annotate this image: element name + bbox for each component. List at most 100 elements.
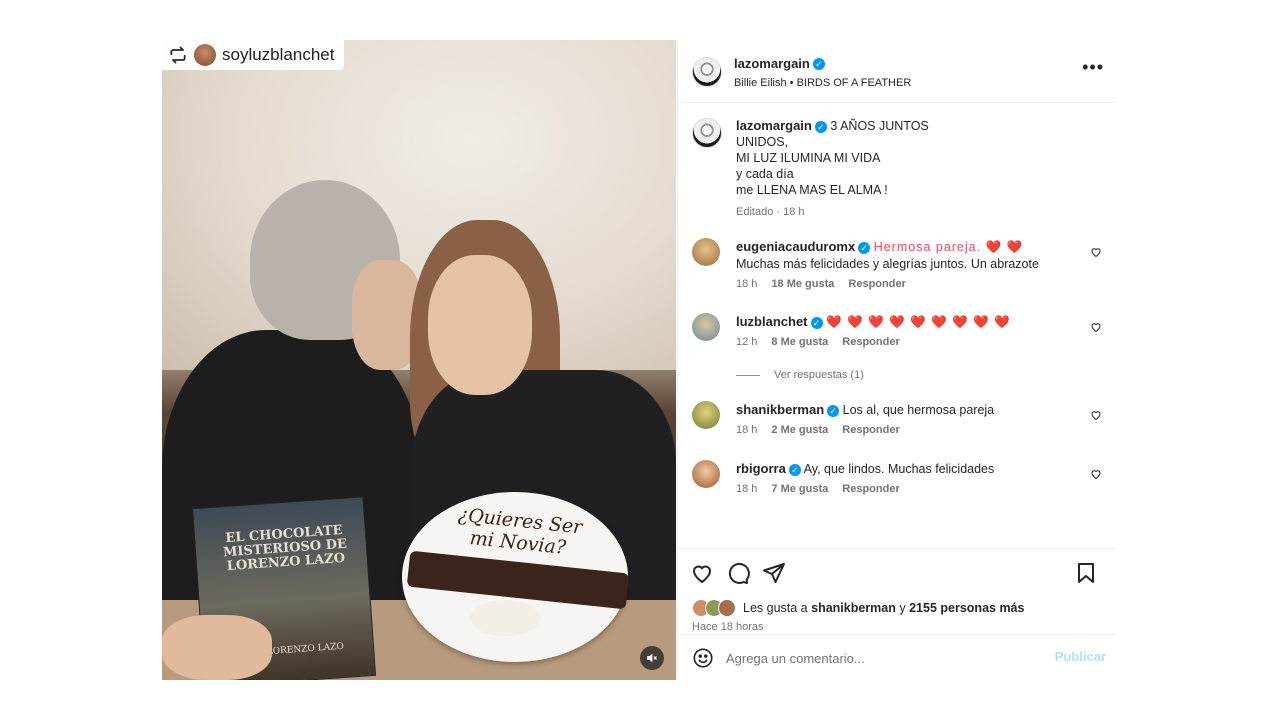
- verified-icon: ✓: [858, 241, 871, 254]
- music-artist: Billie Eilish: [734, 77, 787, 89]
- comment-likes[interactable]: 2 Me gusta: [771, 424, 828, 436]
- commenter-avatar[interactable]: [692, 460, 720, 488]
- replies-dash: [736, 374, 760, 376]
- emoji-icon[interactable]: [692, 647, 714, 669]
- heart-icon[interactable]: [1090, 321, 1102, 333]
- publish-button[interactable]: Publicar: [1055, 649, 1106, 664]
- instagram-post: ¿Quieres Ser mi Novia? EL CHOCOLATE MIST…: [162, 40, 1116, 680]
- caption-text: lazomargain ✓ 3 AÑOS JUNTOS UNIDOS, MI LU…: [736, 118, 1096, 220]
- comment-time[interactable]: 12 h: [736, 336, 757, 348]
- comment-meta: 18 h 7 Me gusta Responder: [736, 483, 900, 495]
- post-time[interactable]: Hace 18 horas: [692, 621, 764, 633]
- likes-others[interactable]: 2155 personas más: [909, 601, 1024, 615]
- mute-button[interactable]: [640, 646, 664, 670]
- post-side-panel: lazomargain ✓ Billie Eilish • BIRDS OF A …: [677, 40, 1116, 680]
- likes-user[interactable]: shanikberman: [811, 601, 896, 615]
- repost-avatar[interactable]: [194, 44, 216, 66]
- comment-username[interactable]: eugeniacauduromx: [736, 239, 855, 254]
- liker-avatar: [718, 599, 736, 617]
- comment-likes[interactable]: 18 Me gusta: [771, 278, 834, 290]
- music-info[interactable]: Billie Eilish • BIRDS OF A FEATHER: [734, 77, 911, 89]
- like-icon[interactable]: [690, 561, 714, 585]
- caption-line: me LLENA MAS EL ALMA !: [736, 183, 888, 197]
- reply-button[interactable]: Responder: [842, 483, 899, 495]
- photo-hand: [162, 615, 272, 680]
- caption-username[interactable]: lazomargain: [736, 118, 812, 133]
- comment-body: eugeniacauduromx ✓ Hermosa pareja. ❤️ ❤️ …: [736, 238, 1066, 273]
- comment-text-line2: Muchas más felicidades y alegrías juntos…: [736, 257, 1039, 271]
- caption-line: MI LUZ ILUMINA MI VIDA: [736, 151, 881, 165]
- commenter-avatar[interactable]: [692, 238, 720, 266]
- more-options-icon[interactable]: •••: [1082, 58, 1104, 76]
- caption-time[interactable]: 18 h: [783, 206, 804, 218]
- comment-item: eugeniacauduromx ✓ Hermosa pareja. ❤️ ❤️ …: [692, 238, 1102, 294]
- verified-icon: ✓: [812, 57, 825, 70]
- verified-icon: ✓: [810, 316, 823, 329]
- reply-button[interactable]: Responder: [848, 278, 905, 290]
- comment-text: ❤️ ❤️ ❤️ ❤️ ❤️ ❤️ ❤️ ❤️ ❤️: [826, 315, 1011, 329]
- verified-icon: ✓: [788, 463, 801, 476]
- heart-icon[interactable]: [1090, 246, 1102, 258]
- caption-avatar[interactable]: [692, 118, 722, 148]
- comment-text: Ay, que lindos. Muchas felicidades: [803, 462, 995, 476]
- heart-icon[interactable]: [1090, 409, 1102, 421]
- likes-prefix: Les gusta a: [743, 601, 808, 615]
- comment-likes[interactable]: 8 Me gusta: [771, 336, 828, 348]
- comment-meta: 18 h 2 Me gusta Responder: [736, 424, 900, 436]
- repost-icon: [170, 46, 186, 64]
- comment-username[interactable]: shanikberman: [736, 402, 824, 417]
- comment-body: rbigorra ✓ Ay, que lindos. Muchas felicid…: [736, 460, 1066, 478]
- photo-cream: [470, 600, 540, 636]
- photo-woman-face: [428, 255, 532, 395]
- mute-icon: [647, 653, 657, 663]
- comment-meta: 12 h 8 Me gusta Responder: [736, 336, 900, 348]
- repost-chip[interactable]: soyluzblanchet: [162, 40, 345, 70]
- action-bar: Les gusta a shanikberman y 2155 personas…: [678, 548, 1116, 641]
- heart-icon[interactable]: [1090, 468, 1102, 480]
- save-icon[interactable]: [1074, 561, 1098, 585]
- comment-body: luzblanchet ✓ ❤️ ❤️ ❤️ ❤️ ❤️ ❤️ ❤️ ❤️ ❤️: [736, 313, 1066, 331]
- view-replies-label: Ver respuestas (1): [774, 369, 864, 381]
- author-info: lazomargain ✓ Billie Eilish • BIRDS OF A …: [734, 55, 911, 89]
- comment-time[interactable]: 18 h: [736, 278, 757, 290]
- comment-likes[interactable]: 7 Me gusta: [771, 483, 828, 495]
- comment-time[interactable]: 18 h: [736, 424, 757, 436]
- reply-button[interactable]: Responder: [842, 336, 899, 348]
- commenter-avatar[interactable]: [692, 401, 720, 429]
- commenter-avatar[interactable]: [692, 313, 720, 341]
- author-username[interactable]: lazomargain: [734, 56, 810, 71]
- verified-icon: ✓: [827, 404, 840, 417]
- verified-icon: ✓: [814, 120, 827, 133]
- share-icon[interactable]: [762, 561, 786, 585]
- reply-button[interactable]: Responder: [842, 424, 899, 436]
- comment-item: shanikberman ✓ Los al, que hermosa pareja…: [692, 401, 1102, 441]
- repost-username[interactable]: soyluzblanchet: [222, 45, 334, 65]
- post-header: lazomargain ✓ Billie Eilish • BIRDS OF A …: [678, 40, 1116, 103]
- post-photo[interactable]: ¿Quieres Ser mi Novia? EL CHOCOLATE MIST…: [162, 40, 676, 680]
- view-replies[interactable]: Ver respuestas (1): [736, 369, 864, 381]
- likes-summary[interactable]: Les gusta a shanikberman y 2155 personas…: [692, 599, 1024, 617]
- comment-body: shanikberman ✓ Los al, que hermosa pareja: [736, 401, 1066, 419]
- comment-icon[interactable]: [726, 561, 750, 585]
- comment-meta: 18 h 18 Me gusta Responder: [736, 278, 906, 290]
- likes-text: Les gusta a shanikberman y 2155 personas…: [743, 601, 1024, 615]
- music-separator: •: [789, 77, 794, 89]
- caption-edited: Editado: [736, 206, 774, 218]
- comment-time[interactable]: 18 h: [736, 483, 757, 495]
- comment-item: luzblanchet ✓ ❤️ ❤️ ❤️ ❤️ ❤️ ❤️ ❤️ ❤️ ❤️ …: [692, 313, 1102, 353]
- caption-meta: Editado · 18 h: [736, 204, 1096, 220]
- caption-line: y cada día: [736, 167, 794, 181]
- caption-line: UNIDOS,: [736, 135, 789, 149]
- caption-dot: ·: [776, 206, 781, 218]
- comment-text: Los al, que hermosa pareja: [842, 403, 995, 417]
- comment-input[interactable]: [726, 647, 1026, 669]
- music-song: BIRDS OF A FEATHER: [796, 77, 912, 89]
- comment-item: rbigorra ✓ Ay, que lindos. Muchas felicid…: [692, 460, 1102, 500]
- likes-conj: y: [899, 601, 906, 615]
- comment-composer: Publicar: [678, 634, 1116, 681]
- comment-text: Hermosa pareja. ❤️ ❤️: [873, 240, 1024, 254]
- comment-username[interactable]: rbigorra: [736, 461, 786, 476]
- author-avatar[interactable]: [692, 57, 722, 87]
- comment-username[interactable]: luzblanchet: [736, 314, 808, 329]
- caption-line: 3 AÑOS JUNTOS: [830, 119, 929, 133]
